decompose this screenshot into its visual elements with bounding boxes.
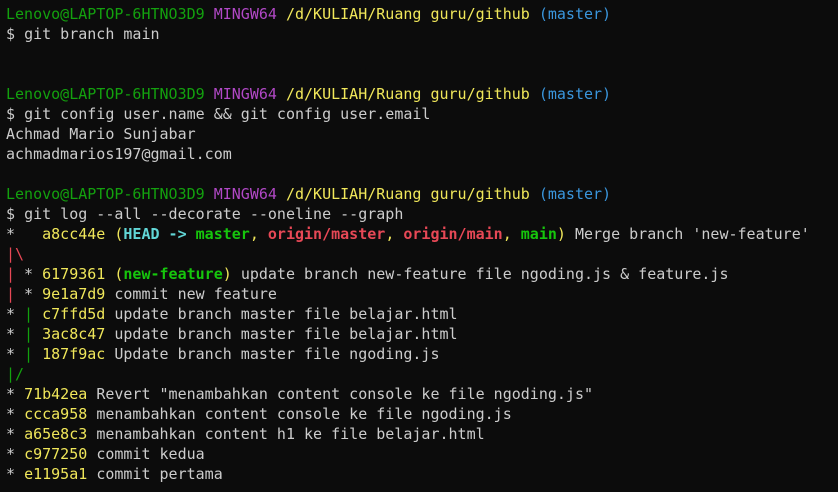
- ref-main: main: [520, 225, 557, 243]
- prompt-branch: (master): [538, 5, 612, 23]
- graph-line: |: [6, 285, 16, 303]
- log-commit: * | 3ac8c47 update branch master file be…: [6, 324, 458, 344]
- commit-message: Revert "menambahkan content console ke f…: [96, 385, 594, 403]
- commit-hash: c7ffd5d: [42, 305, 106, 323]
- log-commit: * | 187f9ac Update branch master file ng…: [6, 344, 439, 364]
- prompt-line: Lenovo@LAPTOP-6HTNO3D9 MINGW64 /d/KULIAH…: [6, 184, 611, 204]
- commit-hash: 9e1a7d9: [42, 285, 106, 303]
- ref-sep: ,: [249, 225, 268, 243]
- command-text: git config user.name && git config user.…: [24, 105, 431, 123]
- graph-line: |: [15, 345, 43, 363]
- command-line: $ git config user.name && git config use…: [6, 104, 430, 124]
- prompt-path: /d/KULIAH/Ruang guru/github: [285, 85, 530, 103]
- commit-message: update branch master file belajar.html: [114, 305, 458, 323]
- log-commit: * a65e8c3 menambahkan content h1 ke file…: [6, 424, 485, 444]
- commit-message: update branch new-feature file ngoding.j…: [240, 265, 729, 283]
- graph-node: *: [6, 225, 43, 243]
- graph-node: *: [6, 325, 16, 343]
- graph-node: *: [6, 445, 25, 463]
- log-commit: * ccca958 menambahkan content console ke…: [6, 404, 512, 424]
- commit-hash: 6179361: [42, 265, 106, 283]
- commit-hash: 71b42ea: [24, 385, 88, 403]
- prompt-symbol: $: [6, 25, 16, 43]
- refs-close: ): [556, 225, 566, 243]
- prompt-user-host: Lenovo@LAPTOP-6HTNO3D9: [6, 185, 205, 203]
- prompt-path: /d/KULIAH/Ruang guru/github: [285, 185, 530, 203]
- graph-join: |/: [6, 365, 25, 383]
- prompt-env: MINGW64: [213, 5, 277, 23]
- command-line: $ git branch main: [6, 24, 160, 44]
- ref-sep: ,: [502, 225, 521, 243]
- commit-message: Update branch master file ngoding.js: [114, 345, 440, 363]
- ref-new-feature: new-feature: [123, 265, 223, 283]
- graph-line: |: [15, 305, 43, 323]
- graph-node: *: [15, 285, 43, 303]
- ref-head: HEAD ->: [123, 225, 196, 243]
- commit-hash: c977250: [24, 445, 88, 463]
- commit-hash: a65e8c3: [24, 425, 88, 443]
- graph-node: *: [15, 265, 43, 283]
- graph-node: *: [6, 425, 25, 443]
- ref-origin-master: origin/master: [267, 225, 386, 243]
- log-commit: * 71b42ea Revert "menambahkan content co…: [6, 384, 593, 404]
- commit-message: menambahkan content h1 ke file belajar.h…: [96, 425, 485, 443]
- output-user-email: achmadmarios197@gmail.com: [6, 145, 232, 163]
- commit-message: update branch master file belajar.html: [114, 325, 458, 343]
- log-commit: * e1195a1 commit pertama: [6, 464, 223, 484]
- log-commit: | * 9e1a7d9 commit new feature: [6, 284, 277, 304]
- graph-node: *: [6, 465, 25, 483]
- log-commit: * c977250 commit kedua: [6, 444, 205, 464]
- output-user-name: Achmad Mario Sunjabar: [6, 125, 196, 143]
- terminal-window[interactable]: Lenovo@LAPTOP-6HTNO3D9 MINGW64 /d/KULIAH…: [0, 0, 838, 492]
- commit-hash: e1195a1: [24, 465, 88, 483]
- commit-message: menambahkan content console ke file ngod…: [96, 405, 512, 423]
- prompt-symbol: $: [6, 205, 16, 223]
- prompt-branch: (master): [538, 185, 612, 203]
- graph-node: *: [6, 305, 16, 323]
- command-text: git branch main: [24, 25, 160, 43]
- prompt-user-host: Lenovo@LAPTOP-6HTNO3D9: [6, 85, 205, 103]
- command-text: git log --all --decorate --oneline --gra…: [24, 205, 404, 223]
- graph-split: |\: [6, 245, 25, 263]
- commit-hash: a8cc44e: [42, 225, 106, 243]
- graph-line: |: [6, 265, 16, 283]
- prompt-path: /d/KULIAH/Ruang guru/github: [285, 5, 530, 23]
- prompt-line: Lenovo@LAPTOP-6HTNO3D9 MINGW64 /d/KULIAH…: [6, 4, 611, 24]
- prompt-branch: (master): [538, 85, 612, 103]
- ref-sep: ,: [385, 225, 404, 243]
- refs-close: ): [222, 265, 232, 283]
- commit-hash: ccca958: [24, 405, 88, 423]
- commit-message: commit kedua: [96, 445, 205, 463]
- commit-hash: 187f9ac: [42, 345, 106, 363]
- command-line: $ git log --all --decorate --oneline --g…: [6, 204, 403, 224]
- commit-message: commit new feature: [114, 285, 277, 303]
- graph-node: *: [6, 405, 25, 423]
- prompt-env: MINGW64: [213, 85, 277, 103]
- commit-message: Merge branch 'new-feature': [574, 225, 810, 243]
- graph-line: |: [15, 325, 43, 343]
- graph-node: *: [6, 385, 25, 403]
- log-commit: | * 6179361 (new-feature) update branch …: [6, 264, 728, 284]
- ref-master: master: [195, 225, 250, 243]
- commit-message: commit pertama: [96, 465, 223, 483]
- commit-hash: 3ac8c47: [42, 325, 106, 343]
- log-merge-commit: * a8cc44e (HEAD -> master, origin/master…: [6, 224, 810, 244]
- prompt-line: Lenovo@LAPTOP-6HTNO3D9 MINGW64 /d/KULIAH…: [6, 84, 611, 104]
- log-commit: * | c7ffd5d update branch master file be…: [6, 304, 458, 324]
- prompt-env: MINGW64: [213, 185, 277, 203]
- graph-node: *: [6, 345, 16, 363]
- prompt-user-host: Lenovo@LAPTOP-6HTNO3D9: [6, 5, 205, 23]
- ref-origin-main: origin/main: [403, 225, 503, 243]
- prompt-symbol: $: [6, 105, 16, 123]
